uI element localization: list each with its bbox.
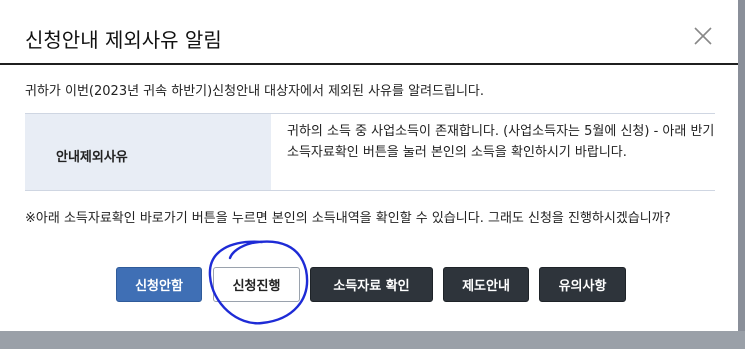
proceed-application-button[interactable]: 신청진행 [213,267,300,302]
exclusion-notice-dialog: 신청안내 제외사유 알림 귀하가 이번(2023년 귀속 하반기)신청안내 대상… [0,0,738,331]
background-shade-right [738,0,745,349]
exclusion-reason-table: 안내제외사유 귀하의 소득 중 사업소득이 존재합니다. (사업소득자는 5월에… [25,113,715,191]
system-guide-button[interactable]: 제도안내 [443,267,529,302]
income-check-button[interactable]: 소득자료 확인 [310,267,433,302]
close-icon[interactable] [692,25,714,47]
screen: 신청안내 제외사유 알림 귀하가 이번(2023년 귀속 하반기)신청안내 대상… [0,0,745,349]
intro-text: 귀하가 이번(2023년 귀속 하반기)신청안내 대상자에서 제외된 사유를 알… [25,84,485,99]
table-label: 안내제외사유 [56,150,128,165]
cancel-application-button[interactable]: 신청안함 [116,267,202,302]
background-shade-bottom [0,331,745,349]
notes-button[interactable]: 유의사항 [539,267,626,302]
table-label-cell: 안내제외사유 [25,114,271,190]
dialog-title: 신청안내 제외사유 알림 [25,28,222,52]
title-divider [0,63,738,65]
notice-text: ※아래 소득자료확인 바로가기 버튼을 누르면 본인의 소득내역을 확인할 수 … [25,211,671,226]
table-value: 귀하의 소득 중 사업소득이 존재합니다. (사업소득자는 5월에 신청) - … [287,124,715,160]
